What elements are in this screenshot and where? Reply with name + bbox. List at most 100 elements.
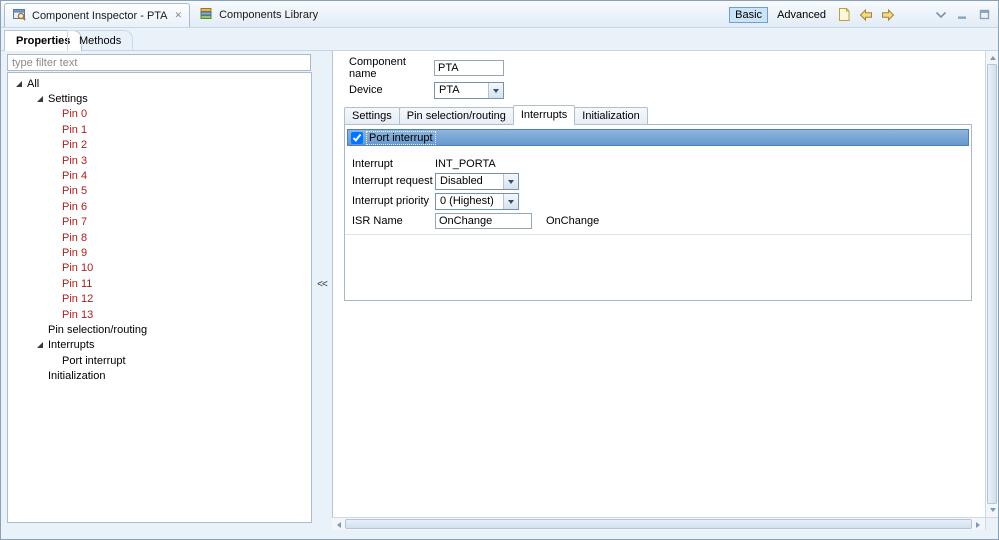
inspector-tab-bar: Settings Pin selection/routing Interrupt… bbox=[344, 105, 648, 125]
tree-item-pin-10[interactable]: Pin 10 bbox=[8, 261, 311, 276]
tree-item-pin-13[interactable]: Pin 13 bbox=[8, 307, 311, 322]
tab-label: Component Inspector - PTA bbox=[32, 9, 168, 22]
tree-item-label: Pin 0 bbox=[62, 108, 88, 121]
properties-tree: All Settings Pin 0 Pin 1 Pin 2 Pin 3 Pin… bbox=[7, 72, 312, 523]
advanced-button[interactable]: Advanced bbox=[773, 8, 830, 22]
tree-item-label: Pin 3 bbox=[62, 154, 88, 167]
interrupt-request-value: Disabled bbox=[440, 175, 483, 187]
scroll-right-icon[interactable] bbox=[972, 518, 985, 531]
close-icon[interactable]: ✕ bbox=[175, 10, 183, 21]
view-menu-icon[interactable] bbox=[932, 6, 949, 24]
tree-item-pin-3[interactable]: Pin 3 bbox=[8, 153, 311, 168]
tree-item-pin-7[interactable]: Pin 7 bbox=[8, 215, 311, 230]
interrupt-priority-value: 0 (Highest) bbox=[440, 195, 494, 207]
interrupt-priority-label: Interrupt priority bbox=[352, 195, 430, 207]
tab-methods[interactable]: Methods bbox=[67, 30, 134, 51]
tree-item-pin-2[interactable]: Pin 2 bbox=[8, 138, 311, 153]
tree-item-port-interrupt[interactable]: Port interrupt bbox=[8, 353, 311, 368]
tree-item-pin-9[interactable]: Pin 9 bbox=[8, 245, 311, 260]
tab-pin-selection-routing[interactable]: Pin selection/routing bbox=[398, 107, 514, 125]
expand-arrow-icon[interactable] bbox=[16, 80, 27, 87]
port-interrupt-label: Port interrupt bbox=[366, 130, 436, 145]
interrupt-priority-select[interactable]: 0 (Highest) bbox=[435, 192, 519, 210]
components-library-icon bbox=[199, 6, 214, 24]
app-window: Component Inspector - PTA ✕ Components L… bbox=[0, 0, 999, 540]
tab-label: Components Library bbox=[219, 9, 319, 21]
tab-components-library[interactable]: Components Library bbox=[192, 3, 325, 27]
tree-item-pin-6[interactable]: Pin 6 bbox=[8, 199, 311, 214]
basic-button[interactable]: Basic bbox=[729, 6, 769, 23]
interrupts-page: Port interrupt Interrupt INT_PORTA Inter… bbox=[344, 124, 972, 301]
tree-item-pin-0[interactable]: Pin 0 bbox=[8, 107, 311, 122]
tab-settings[interactable]: Settings bbox=[344, 107, 400, 125]
tree-item-label: Pin 6 bbox=[62, 200, 88, 213]
tree-item-label: Interrupts bbox=[48, 339, 95, 352]
tab-initialization[interactable]: Initialization bbox=[574, 107, 648, 125]
vertical-scrollbar[interactable] bbox=[985, 51, 998, 517]
interrupt-request-select[interactable]: Disabled bbox=[435, 172, 519, 190]
expand-arrow-icon[interactable] bbox=[37, 342, 48, 349]
port-interrupt-row[interactable]: Port interrupt bbox=[347, 129, 969, 146]
splitter[interactable]: << bbox=[313, 51, 331, 517]
scrollbar-corner bbox=[985, 517, 998, 530]
scroll-left-icon[interactable] bbox=[332, 518, 345, 531]
tree-item-label: Pin 2 bbox=[62, 139, 88, 152]
isr-name-field[interactable] bbox=[435, 213, 532, 229]
tree-item-pin-11[interactable]: Pin 11 bbox=[8, 276, 311, 291]
tree-item-pin-1[interactable]: Pin 1 bbox=[8, 122, 311, 137]
port-interrupt-checkbox[interactable] bbox=[351, 131, 363, 144]
tree-item-settings[interactable]: Settings bbox=[8, 91, 311, 106]
tree-item-pin-5[interactable]: Pin 5 bbox=[8, 184, 311, 199]
collapse-button[interactable]: << bbox=[314, 278, 330, 292]
tree-item-label: Pin 11 bbox=[62, 277, 93, 290]
device-value: PTA bbox=[439, 84, 460, 96]
isr-name-label: ISR Name bbox=[352, 215, 403, 227]
vertical-scrollbar-thumb[interactable] bbox=[987, 64, 997, 504]
tab-component-inspector[interactable]: Component Inspector - PTA ✕ bbox=[4, 3, 191, 27]
device-label: Device bbox=[349, 84, 383, 96]
tree-item-label: Pin 10 bbox=[62, 262, 94, 275]
new-note-icon[interactable] bbox=[835, 6, 852, 24]
maximize-icon[interactable] bbox=[976, 6, 993, 24]
filter-input[interactable] bbox=[7, 54, 311, 71]
minimize-icon[interactable] bbox=[954, 6, 971, 24]
chevron-down-icon bbox=[488, 82, 503, 98]
forward-arrow-icon[interactable] bbox=[879, 6, 896, 24]
tree-item-all[interactable]: All bbox=[8, 76, 311, 91]
tree-item-pin-12[interactable]: Pin 12 bbox=[8, 291, 311, 306]
tree-item-label: Settings bbox=[48, 93, 88, 106]
chevron-down-icon bbox=[503, 173, 518, 189]
inspector-panel: Component name Device PTA Settings Pin s… bbox=[332, 51, 985, 517]
expand-arrow-icon[interactable] bbox=[37, 96, 48, 103]
component-inspector-icon bbox=[12, 7, 27, 25]
tree-item-label: All bbox=[27, 77, 40, 90]
tree-item-label: Pin 13 bbox=[62, 308, 94, 321]
horizontal-scrollbar[interactable] bbox=[332, 517, 985, 530]
horizontal-scrollbar-thumb[interactable] bbox=[345, 519, 972, 529]
toolbar-right: Basic Advanced bbox=[729, 1, 993, 28]
tree-item-label: Pin 1 bbox=[62, 123, 88, 136]
tab-interrupts[interactable]: Interrupts bbox=[512, 105, 576, 125]
tree-item-label: Pin 4 bbox=[62, 170, 88, 183]
device-select[interactable]: PTA bbox=[434, 81, 504, 99]
chevron-down-icon bbox=[503, 193, 518, 209]
tree-item-initialization[interactable]: Initialization bbox=[8, 368, 311, 383]
interrupt-request-label: Interrupt request bbox=[352, 175, 433, 187]
tree-item-pin-8[interactable]: Pin 8 bbox=[8, 230, 311, 245]
tree-item-label: Pin 5 bbox=[62, 185, 88, 198]
scroll-up-icon[interactable] bbox=[986, 51, 998, 64]
tree-item-label: Port interrupt bbox=[62, 354, 126, 367]
tree-item-label: Pin 9 bbox=[62, 246, 88, 259]
tree-item-label: Pin 7 bbox=[62, 216, 88, 229]
component-name-field[interactable] bbox=[434, 60, 504, 76]
isr-name-note: OnChange bbox=[546, 215, 600, 227]
scroll-down-icon[interactable] bbox=[986, 504, 998, 517]
tree-item-pin-selection-routing[interactable]: Pin selection/routing bbox=[8, 322, 311, 337]
tree-item-pin-4[interactable]: Pin 4 bbox=[8, 168, 311, 183]
tree-item-interrupts[interactable]: Interrupts bbox=[8, 338, 311, 353]
interrupt-value: INT_PORTA bbox=[435, 157, 496, 170]
tree-item-label: Pin selection/routing bbox=[48, 323, 148, 336]
back-arrow-icon[interactable] bbox=[857, 6, 874, 24]
tree-item-label: Pin 8 bbox=[62, 231, 88, 244]
section-divider bbox=[345, 234, 971, 235]
